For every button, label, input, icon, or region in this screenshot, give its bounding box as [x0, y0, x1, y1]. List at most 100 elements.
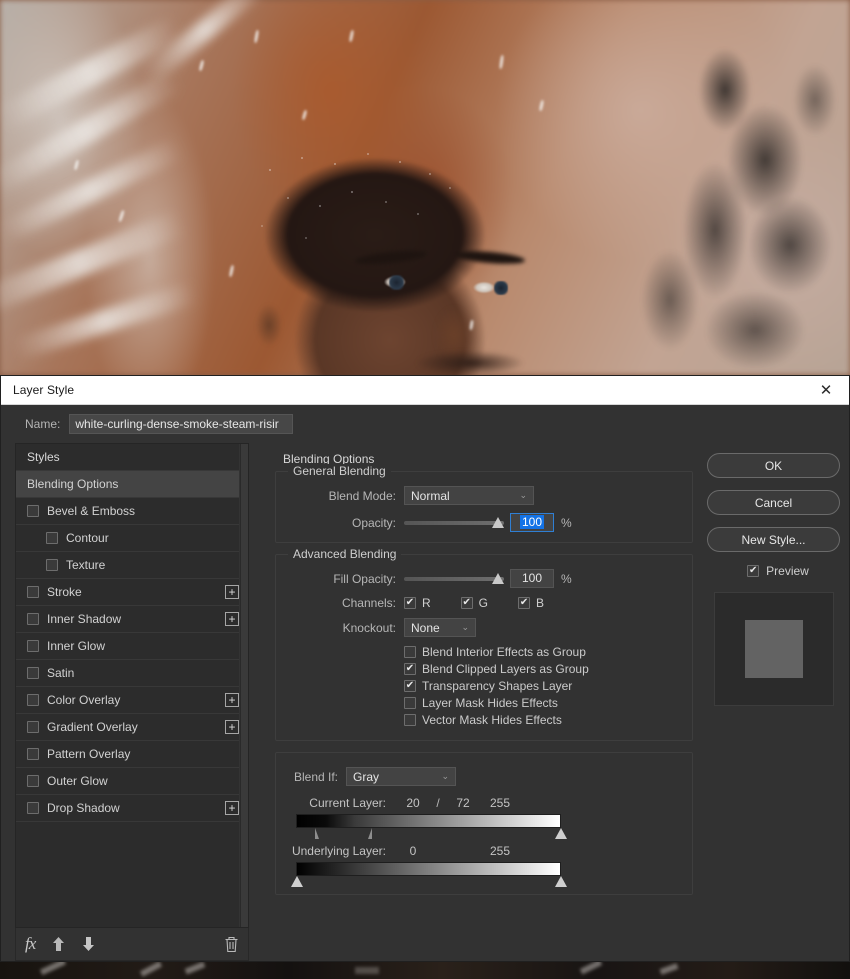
underlying-layer-values-row: Underlying Layer: 0 255 — [286, 844, 682, 858]
checkbox-contour[interactable] — [46, 532, 58, 544]
new-style-button[interactable]: New Style... — [707, 527, 840, 552]
current-layer-black-split-thumb[interactable] — [368, 828, 372, 839]
checkbox-gradient-overlay[interactable] — [27, 721, 39, 733]
current-layer-black-value: 20 — [406, 796, 420, 810]
style-item-label: Texture — [66, 558, 106, 572]
photo-snow-in-hair — [240, 140, 520, 260]
cancel-button[interactable]: Cancel — [707, 490, 840, 515]
channel-r-label: R — [422, 596, 431, 610]
checkbox-blend-clipped-layers[interactable]: ✔ — [404, 663, 416, 675]
plus-icon[interactable]: + — [225, 693, 239, 707]
underlying-layer-black-thumb[interactable] — [291, 876, 303, 887]
checkbox-blend-interior-effects[interactable] — [404, 646, 416, 658]
current-layer-white-thumb[interactable] — [555, 828, 567, 839]
vector-mask-hides-effects-row[interactable]: Vector Mask Hides Effects — [286, 713, 682, 727]
styles-header-label: Styles — [27, 450, 60, 464]
checkbox-preview[interactable]: ✔ — [747, 565, 760, 577]
styles-footer-toolbar: fx — [15, 928, 249, 961]
sidebar-item-gradient-overlay[interactable]: Gradient Overlay + — [16, 714, 248, 741]
fill-opacity-input[interactable]: 100 — [510, 569, 554, 588]
dialog-body: Name: Styles Blending Options Bevel & Em… — [1, 405, 849, 961]
channel-g-label: G — [478, 596, 489, 610]
sidebar-item-stroke[interactable]: Stroke + — [16, 579, 248, 606]
chevron-down-icon: ⌄ — [441, 771, 449, 781]
move-up-icon[interactable] — [51, 936, 66, 952]
channel-r[interactable]: ✔ R — [404, 596, 431, 610]
checkbox-bevel-emboss[interactable] — [27, 505, 39, 517]
advanced-blending-section: Advanced Blending Fill Opacity: 100 % Ch… — [275, 547, 693, 741]
checkbox-outer-glow[interactable] — [27, 775, 39, 787]
style-item-label: Pattern Overlay — [47, 747, 131, 761]
ok-button[interactable]: OK — [707, 453, 840, 478]
scrollbar-thumb[interactable] — [241, 444, 248, 927]
plus-icon[interactable]: + — [225, 801, 239, 815]
checkbox-vector-mask-hides-effects[interactable] — [404, 714, 416, 726]
background-photo-bottom-strip — [0, 962, 850, 979]
checkbox-inner-glow[interactable] — [27, 640, 39, 652]
checkbox-channel-b[interactable]: ✔ — [518, 597, 531, 609]
plus-icon[interactable]: + — [225, 612, 239, 626]
sidebar-item-inner-shadow[interactable]: Inner Shadow + — [16, 606, 248, 633]
checkbox-drop-shadow[interactable] — [27, 802, 39, 814]
layer-name-input[interactable] — [69, 414, 294, 434]
sidebar-item-drop-shadow[interactable]: Drop Shadow + — [16, 795, 248, 822]
sidebar-item-texture[interactable]: Texture — [16, 552, 248, 579]
delete-icon[interactable] — [224, 936, 239, 953]
checkbox-inner-shadow[interactable] — [27, 613, 39, 625]
blend-interior-effects-row[interactable]: Blend Interior Effects as Group — [286, 645, 682, 659]
styles-list[interactable]: Styles Blending Options Bevel & Emboss C… — [15, 443, 249, 928]
sidebar-item-pattern-overlay[interactable]: Pattern Overlay — [16, 741, 248, 768]
opacity-slider[interactable] — [404, 516, 504, 530]
opacity-input[interactable]: 100 — [510, 513, 554, 532]
sidebar-item-blending-options[interactable]: Blending Options — [16, 471, 248, 498]
channels-label: Channels: — [341, 596, 396, 610]
channel-g[interactable]: ✔ G — [460, 596, 489, 610]
underlying-layer-gradient-slider[interactable] — [291, 862, 567, 887]
preview-row[interactable]: ✔ Preview — [707, 564, 849, 578]
fill-opacity-label: Fill Opacity: — [333, 571, 396, 586]
photo-strip-highlight — [355, 967, 379, 974]
channels-row: Channels: ✔ R ✔ G ✔ B — [286, 596, 682, 610]
current-layer-gradient-slider[interactable] — [296, 814, 567, 839]
sidebar-item-color-overlay[interactable]: Color Overlay + — [16, 687, 248, 714]
knockout-select[interactable]: None ⌄ — [404, 618, 476, 637]
underlying-layer-white-thumb[interactable] — [555, 876, 567, 887]
sidebar-item-inner-glow[interactable]: Inner Glow — [16, 633, 248, 660]
dialog-columns: Styles Blending Options Bevel & Emboss C… — [1, 443, 849, 961]
transparency-shapes-layer-row[interactable]: ✔ Transparency Shapes Layer — [286, 679, 682, 693]
styles-list-scrollbar[interactable] — [239, 444, 248, 927]
slider-thumb[interactable] — [492, 516, 504, 528]
checkbox-pattern-overlay[interactable] — [27, 748, 39, 760]
fx-icon[interactable]: fx — [25, 934, 36, 954]
checkbox-stroke[interactable] — [27, 586, 39, 598]
layer-mask-hides-effects-row[interactable]: Layer Mask Hides Effects — [286, 696, 682, 710]
checkbox-color-overlay[interactable] — [27, 694, 39, 706]
blend-if-label: Blend If: — [293, 769, 338, 784]
checkbox-transparency-shapes-layer[interactable]: ✔ — [404, 680, 416, 692]
checkbox-texture[interactable] — [46, 559, 58, 571]
blend-if-channel-value: Gray — [353, 769, 380, 784]
sidebar-item-bevel-emboss[interactable]: Bevel & Emboss — [16, 498, 248, 525]
checkbox-satin[interactable] — [27, 667, 39, 679]
current-layer-black-thumb[interactable] — [315, 828, 319, 839]
slider-thumb[interactable] — [492, 572, 504, 584]
close-icon[interactable]: ✕ — [803, 376, 849, 405]
checkbox-channel-r[interactable]: ✔ — [404, 597, 416, 609]
style-item-label: Outer Glow — [47, 774, 108, 788]
checkbox-layer-mask-hides-effects[interactable] — [404, 697, 416, 709]
plus-icon[interactable]: + — [225, 720, 239, 734]
plus-icon[interactable]: + — [225, 585, 239, 599]
sidebar-item-contour[interactable]: Contour — [16, 525, 248, 552]
move-down-icon[interactable] — [81, 936, 96, 952]
checkbox-channel-g[interactable]: ✔ — [460, 597, 473, 609]
blend-mode-select[interactable]: Normal ⌄ — [404, 486, 534, 505]
sidebar-item-satin[interactable]: Satin — [16, 660, 248, 687]
channel-b[interactable]: ✔ B — [518, 596, 544, 610]
blend-if-channel-select[interactable]: Gray ⌄ — [346, 767, 456, 786]
background-photo — [0, 0, 850, 375]
sidebar-item-outer-glow[interactable]: Outer Glow — [16, 768, 248, 795]
fill-opacity-slider[interactable] — [404, 572, 504, 586]
blend-mode-label: Blend Mode: — [328, 488, 396, 503]
style-item-label: Inner Shadow — [47, 612, 122, 626]
blend-clipped-layers-row[interactable]: ✔ Blend Clipped Layers as Group — [286, 662, 682, 676]
